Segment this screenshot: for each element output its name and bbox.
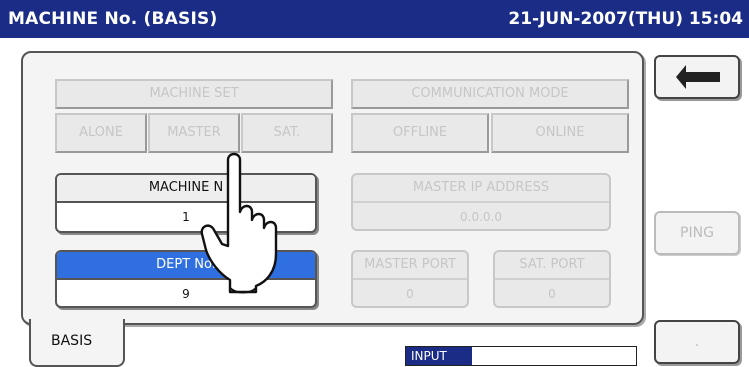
input-status-bar: INPUT [405,346,637,366]
machine-set-header: MACHINE SET [55,79,333,109]
page-title: MACHINE No. (BASIS) [8,9,218,29]
machine-set-alone-button[interactable]: ALONE [55,113,147,153]
master-ip-label: MASTER IP ADDRESS [353,175,609,203]
master-port-value: 0 [406,287,414,301]
master-ip-field[interactable]: MASTER IP ADDRESS 0.0.0.0 [351,173,611,231]
ping-button[interactable]: PING [654,211,740,255]
machine-set-sat-button[interactable]: SAT. [241,113,333,153]
sat-port-value: 0 [548,287,556,301]
sat-port-label: SAT. PORT [495,252,609,280]
master-port-field[interactable]: MASTER PORT 0 [351,250,469,308]
ping-label: PING [680,225,714,241]
input-label: INPUT [406,347,472,365]
pointing-hand-icon [200,152,278,294]
master-ip-value: 0.0.0.0 [460,210,502,224]
blank-button[interactable]: . [654,320,740,364]
master-port-label: MASTER PORT [353,252,467,280]
back-button[interactable] [654,55,740,99]
machine-set-master-button[interactable]: MASTER [148,113,240,153]
tab-basis[interactable]: BASIS [29,319,125,367]
title-bar: MACHINE No. (BASIS) 21-JUN-2007(THU) 15:… [0,0,749,38]
tab-basis-label: BASIS [51,333,93,349]
return-arrow-icon [676,65,720,89]
sat-port-field[interactable]: SAT. PORT 0 [493,250,611,308]
communication-offline-button[interactable]: OFFLINE [351,113,489,153]
communication-online-button[interactable]: ONLINE [491,113,629,153]
blank-label: . [694,334,700,350]
main-panel: MACHINE SET ALONE MASTER SAT. COMMUNICAT… [21,51,644,325]
communication-mode-header: COMMUNICATION MODE [351,79,629,109]
datetime: 21-JUN-2007(THU) 15:04 [508,9,743,29]
